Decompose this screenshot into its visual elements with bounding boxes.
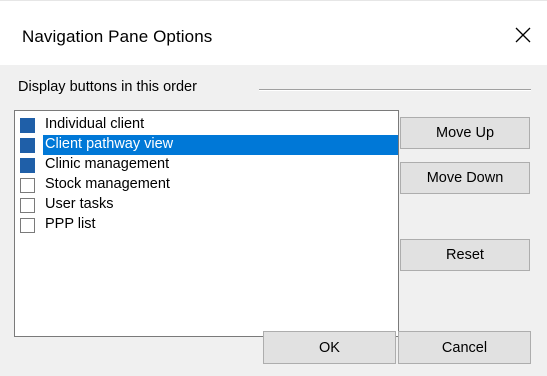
close-icon — [515, 27, 531, 43]
list-item[interactable]: Stock management — [17, 175, 400, 195]
list-item-label: Clinic management — [45, 156, 170, 172]
dialog-title: Navigation Pane Options — [22, 27, 213, 46]
item-checkbox[interactable] — [20, 198, 35, 213]
list-item[interactable]: Clinic management — [17, 155, 400, 175]
list-item[interactable]: PPP list — [17, 215, 400, 235]
group-divider — [259, 89, 531, 91]
ok-button[interactable]: OK — [263, 331, 396, 364]
item-checkbox[interactable] — [20, 138, 35, 153]
list-item-label: User tasks — [45, 196, 114, 212]
button-order-listbox[interactable]: Individual client Client pathway view Cl… — [14, 110, 399, 337]
list-item-label: Client pathway view — [43, 135, 398, 155]
reset-button[interactable]: Reset — [400, 239, 530, 271]
item-checkbox[interactable] — [20, 218, 35, 233]
item-checkbox[interactable] — [20, 118, 35, 133]
list-item[interactable]: User tasks — [17, 195, 400, 215]
item-checkbox[interactable] — [20, 158, 35, 173]
move-up-button[interactable]: Move Up — [400, 117, 530, 149]
list-item[interactable]: Individual client — [17, 115, 400, 135]
close-button[interactable] — [507, 19, 539, 51]
list-item[interactable]: Client pathway view — [17, 135, 400, 155]
list-item-label: PPP list — [45, 216, 96, 232]
dialog-titlebar: Navigation Pane Options — [0, 1, 547, 65]
move-down-button[interactable]: Move Down — [400, 162, 530, 194]
list-item-label: Stock management — [45, 176, 170, 192]
list-item-label: Individual client — [45, 116, 145, 132]
group-label: Display buttons in this order — [18, 79, 205, 95]
cancel-button[interactable]: Cancel — [398, 331, 531, 364]
item-checkbox[interactable] — [20, 178, 35, 193]
dialog-content: Display buttons in this order Individual… — [0, 65, 547, 376]
